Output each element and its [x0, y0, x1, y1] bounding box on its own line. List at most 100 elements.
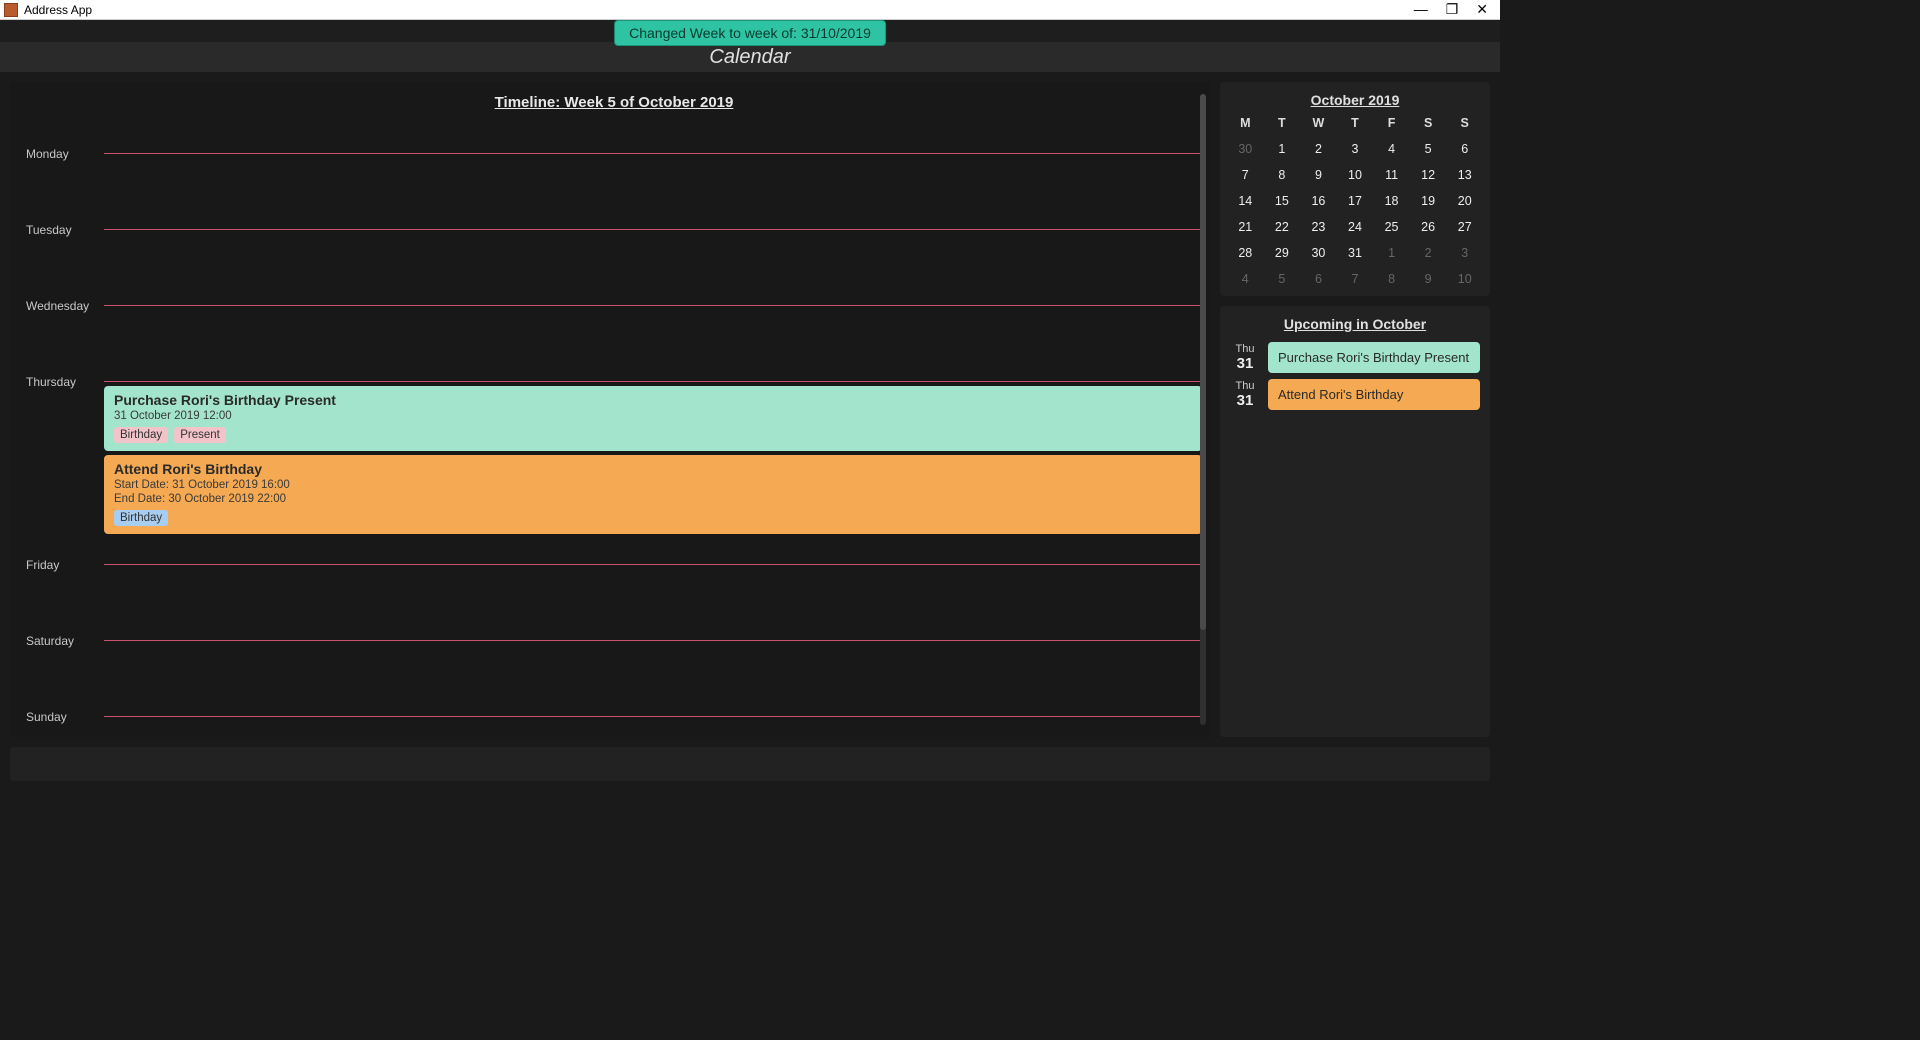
calendar-weekday-header: W	[1301, 116, 1336, 130]
calendar-day[interactable]: 19	[1411, 194, 1446, 208]
calendar-day[interactable]: 9	[1411, 272, 1446, 286]
calendar-weekday-header: F	[1374, 116, 1409, 130]
calendar-day[interactable]: 5	[1265, 272, 1300, 286]
side-panel: October 2019 MTWTFSS30123456789101112131…	[1220, 82, 1490, 737]
day-label: Monday	[26, 129, 104, 161]
calendar-day[interactable]: 6	[1301, 272, 1336, 286]
window-titlebar: Address App — ❐ ✕	[0, 0, 1500, 20]
day-label: Wednesday	[26, 281, 104, 313]
calendar-day[interactable]: 18	[1374, 194, 1409, 208]
calendar-day[interactable]: 11	[1374, 168, 1409, 182]
day-lane[interactable]	[104, 640, 1202, 690]
mini-calendar-title: October 2019	[1228, 92, 1482, 108]
main-row: Timeline: Week 5 of October 2019 Monday …	[0, 72, 1500, 747]
calendar-weekday-header: M	[1228, 116, 1263, 130]
notification-toast: Changed Week to week of: 31/10/2019	[614, 20, 886, 46]
scrollbar-track	[1200, 94, 1206, 725]
calendar-day[interactable]: 30	[1301, 246, 1336, 260]
event-card[interactable]: Attend Rori's BirthdayStart Date: 31 Oct…	[104, 455, 1202, 534]
calendar-day[interactable]: 29	[1265, 246, 1300, 260]
minimize-button[interactable]: —	[1414, 1, 1428, 18]
page-title: Calendar	[0, 42, 1500, 72]
calendar-day[interactable]: 8	[1374, 272, 1409, 286]
calendar-day[interactable]: 30	[1228, 142, 1263, 156]
calendar-day[interactable]: 5	[1411, 142, 1446, 156]
calendar-day[interactable]: 25	[1374, 220, 1409, 234]
calendar-day[interactable]: 7	[1338, 272, 1373, 286]
calendar-day[interactable]: 28	[1228, 246, 1263, 260]
day-row-thursday: Thursday Purchase Rori's Birthday Presen…	[26, 357, 1202, 538]
calendar-day[interactable]: 22	[1265, 220, 1300, 234]
calendar-day[interactable]: 17	[1338, 194, 1373, 208]
mini-calendar-grid: MTWTFSS301234567891011121314151617181920…	[1228, 116, 1482, 286]
day-label: Friday	[26, 540, 104, 572]
calendar-weekday-header: T	[1265, 116, 1300, 130]
day-lane[interactable]	[104, 716, 1202, 726]
calendar-day[interactable]: 31	[1338, 246, 1373, 260]
tag: Birthday	[114, 427, 168, 443]
event-tags: Birthday	[114, 510, 1192, 526]
day-row-sunday: Sunday	[26, 692, 1202, 726]
timeline-scrollbar[interactable]	[1198, 94, 1208, 725]
scrollbar-thumb[interactable]	[1200, 94, 1206, 630]
calendar-day[interactable]: 24	[1338, 220, 1373, 234]
calendar-day[interactable]: 23	[1301, 220, 1336, 234]
calendar-day[interactable]: 7	[1228, 168, 1263, 182]
day-label: Thursday	[26, 357, 104, 389]
timeline-title: Timeline: Week 5 of October 2019	[26, 94, 1202, 111]
calendar-day[interactable]: 27	[1447, 220, 1482, 234]
header-area: Changed Week to week of: 31/10/2019 Cale…	[0, 42, 1500, 72]
calendar-day[interactable]: 8	[1265, 168, 1300, 182]
upcoming-panel: Upcoming in October Thu31Purchase Rori's…	[1220, 306, 1490, 737]
window-title: Address App	[24, 3, 92, 17]
day-lane[interactable]	[104, 564, 1202, 614]
calendar-day[interactable]: 10	[1338, 168, 1373, 182]
calendar-day[interactable]: 9	[1301, 168, 1336, 182]
command-bar[interactable]	[10, 747, 1490, 781]
day-row-wednesday: Wednesday	[26, 281, 1202, 355]
upcoming-item[interactable]: Purchase Rori's Birthday Present	[1268, 342, 1480, 373]
upcoming-date: Thu31	[1230, 343, 1260, 372]
upcoming-date: Thu31	[1230, 380, 1260, 409]
calendar-day[interactable]: 26	[1411, 220, 1446, 234]
calendar-day[interactable]: 2	[1411, 246, 1446, 260]
close-button[interactable]: ✕	[1476, 1, 1488, 18]
upcoming-item[interactable]: Attend Rori's Birthday	[1268, 379, 1480, 410]
calendar-day[interactable]: 1	[1374, 246, 1409, 260]
calendar-day[interactable]: 3	[1338, 142, 1373, 156]
upcoming-list: Thu31Purchase Rori's Birthday PresentThu…	[1230, 342, 1480, 410]
calendar-weekday-header: T	[1338, 116, 1373, 130]
calendar-day[interactable]: 15	[1265, 194, 1300, 208]
calendar-day[interactable]: 6	[1447, 142, 1482, 156]
calendar-day[interactable]: 1	[1265, 142, 1300, 156]
upcoming-row: Thu31 Attend Rori's Birthday	[1230, 379, 1480, 410]
event-card[interactable]: Purchase Rori's Birthday Present 31 Octob…	[104, 386, 1202, 451]
calendar-day[interactable]: 4	[1228, 272, 1263, 286]
day-row-saturday: Saturday	[26, 616, 1202, 690]
calendar-day[interactable]: 14	[1228, 194, 1263, 208]
day-lane[interactable]	[104, 229, 1202, 279]
day-label: Tuesday	[26, 205, 104, 237]
maximize-button[interactable]: ❐	[1446, 1, 1459, 18]
calendar-weekday-header: S	[1447, 116, 1482, 130]
upcoming-row: Thu31 Purchase Rori's Birthday Present	[1230, 342, 1480, 373]
event-title: Purchase Rori's Birthday Present	[114, 392, 1192, 408]
timeline-panel: Timeline: Week 5 of October 2019 Monday …	[10, 82, 1210, 737]
calendar-day[interactable]: 3	[1447, 246, 1482, 260]
window-controls: — ❐ ✕	[1414, 1, 1496, 18]
event-subtitle: End Date: 30 October 2019 22:00	[114, 493, 1192, 505]
calendar-day[interactable]: 12	[1411, 168, 1446, 182]
day-lane[interactable]	[104, 305, 1202, 355]
day-label: Saturday	[26, 616, 104, 648]
day-lane[interactable]: Purchase Rori's Birthday Present 31 Octob…	[104, 381, 1202, 538]
calendar-day[interactable]: 10	[1447, 272, 1482, 286]
calendar-day[interactable]: 13	[1447, 168, 1482, 182]
event-subtitle: 31 October 2019 12:00	[114, 410, 1192, 422]
calendar-day[interactable]: 4	[1374, 142, 1409, 156]
calendar-day[interactable]: 20	[1447, 194, 1482, 208]
calendar-day[interactable]: 21	[1228, 220, 1263, 234]
tag: Present	[174, 427, 226, 443]
calendar-day[interactable]: 16	[1301, 194, 1336, 208]
day-lane[interactable]	[104, 153, 1202, 203]
calendar-day[interactable]: 2	[1301, 142, 1336, 156]
